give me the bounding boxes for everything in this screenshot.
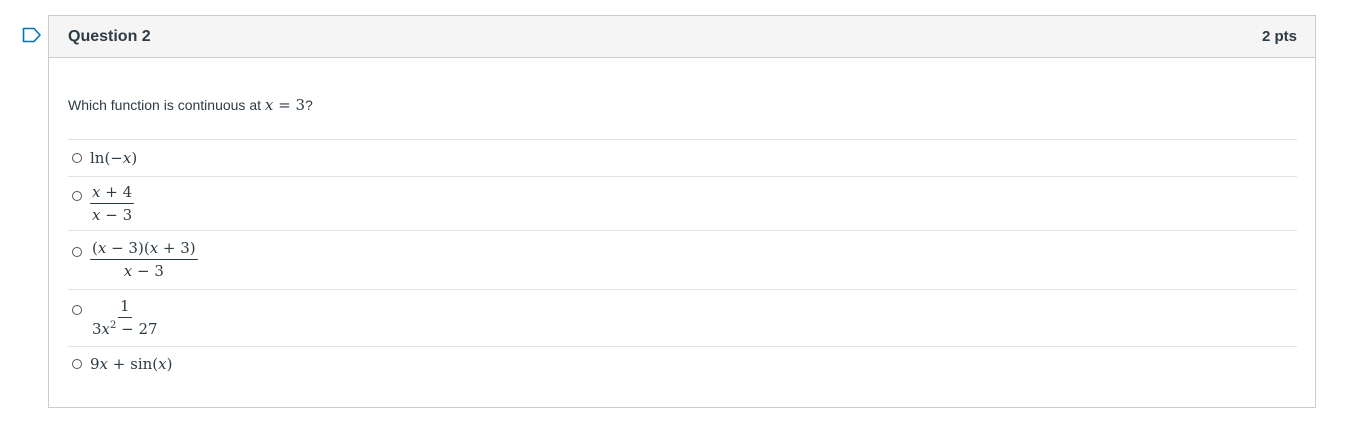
radio-button-icon[interactable] xyxy=(72,305,82,315)
radio-button-icon[interactable] xyxy=(72,153,82,163)
answer-list: ln(−x) x + 4 x − 3 (x − 3)(x + 3) x − 3 xyxy=(68,139,1297,381)
radio-button-icon[interactable] xyxy=(72,190,82,201)
answer-option-1[interactable]: ln(−x) xyxy=(68,140,1297,177)
question-points: 2 pts xyxy=(1261,28,1297,45)
answer-math: ln(−x) xyxy=(90,149,138,167)
answer-fraction: 1 3x2 − 27 xyxy=(90,298,160,338)
answer-option-4[interactable]: 1 3x2 − 27 xyxy=(68,290,1297,347)
question-card: Question 2 2 pts Which function is conti… xyxy=(48,15,1316,408)
radio-button-icon[interactable] xyxy=(72,247,82,257)
fraction-numerator: x + 4 xyxy=(90,183,135,204)
fraction-denominator: x − 3 xyxy=(123,262,164,280)
question-prompt: Which function is continuous at x = 3? xyxy=(68,95,1297,116)
answer-option-2[interactable]: x + 4 x − 3 xyxy=(68,177,1297,231)
answer-fraction: x + 4 x − 3 xyxy=(90,183,135,224)
question-prompt-text: Which function is continuous at xyxy=(68,97,265,113)
fraction-denominator: x − 3 xyxy=(92,205,133,224)
fraction-denominator: 3x2 − 27 xyxy=(92,320,158,338)
answer-option-3[interactable]: (x − 3)(x + 3) x − 3 xyxy=(68,231,1297,290)
answer-math: 9x + sin(x) xyxy=(90,355,173,373)
fraction-numerator: 1 xyxy=(118,298,132,318)
question-title: Question 2 xyxy=(68,27,151,45)
question-prompt-math: x = 3 xyxy=(264,96,306,114)
fraction-numerator: (x − 3)(x + 3) xyxy=(90,240,198,260)
answer-fraction: (x − 3)(x + 3) x − 3 xyxy=(90,240,198,280)
question-body: Which function is continuous at x = 3? l… xyxy=(49,58,1315,381)
question-header: Question 2 2 pts xyxy=(49,16,1315,58)
answer-option-5[interactable]: 9x + sin(x) xyxy=(68,347,1297,381)
flag-question-icon[interactable] xyxy=(22,27,42,43)
radio-button-icon[interactable] xyxy=(72,359,82,369)
question-prompt-suffix: ? xyxy=(305,97,313,113)
